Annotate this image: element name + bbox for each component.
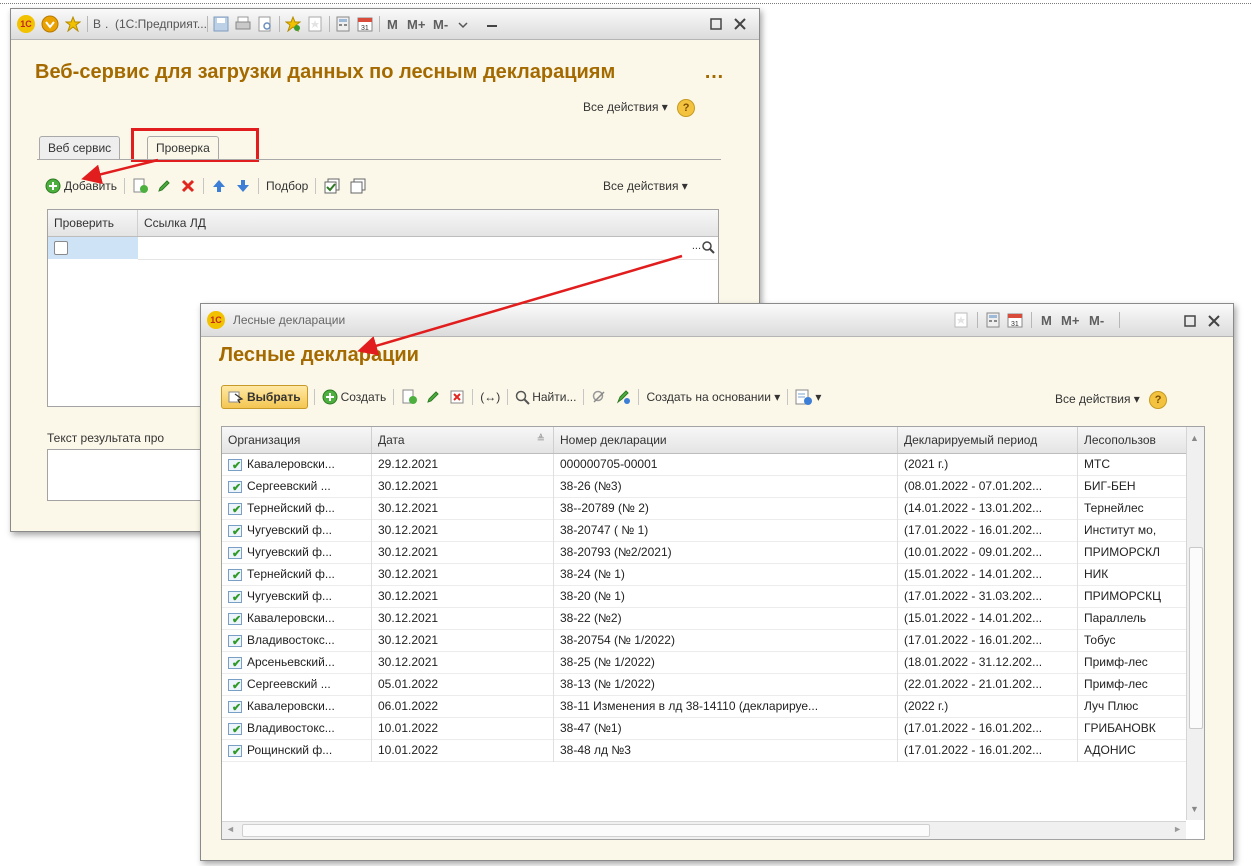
annotation-arrows — [81, 158, 683, 356]
arrow-to-declarations — [357, 254, 683, 356]
arrow-to-add — [81, 158, 159, 185]
